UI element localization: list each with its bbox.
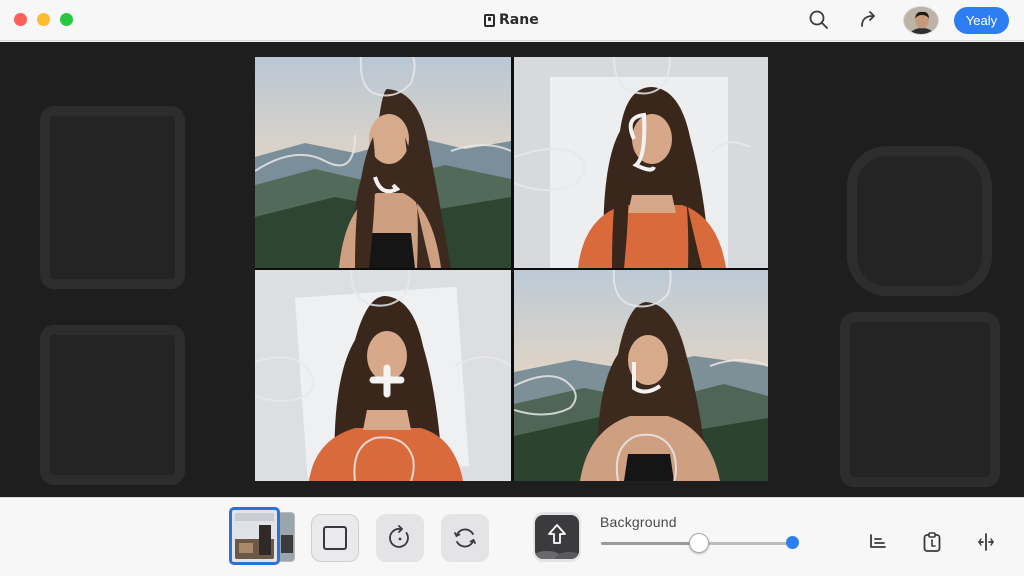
- background-frame: [40, 106, 185, 289]
- puzzle-grid: [255, 57, 768, 481]
- thumbnail-image: [235, 513, 274, 559]
- square-crop-icon: [323, 526, 347, 550]
- background-slider-label: Background: [600, 514, 677, 530]
- reset-button[interactable]: [441, 514, 489, 562]
- portrait-landscape-photo: [255, 57, 511, 268]
- background-frame: [840, 312, 1000, 487]
- portrait-studio-photo: [514, 57, 768, 268]
- puzzle-piece-1[interactable]: [255, 57, 511, 268]
- clipboard-button[interactable]: [921, 531, 943, 553]
- square-crop-button[interactable]: [311, 514, 359, 562]
- rotate-button[interactable]: [376, 514, 424, 562]
- background-slider-endpoint[interactable]: [786, 536, 799, 549]
- split-icon: [978, 533, 994, 551]
- zoom-window-button[interactable]: [60, 13, 73, 26]
- avatar[interactable]: [903, 6, 939, 35]
- search-button[interactable]: [807, 8, 831, 32]
- app-logo-icon: [484, 13, 495, 27]
- puzzle-piece-2[interactable]: [514, 57, 768, 268]
- layers-button[interactable]: [867, 531, 889, 553]
- minimize-window-button[interactable]: [37, 13, 50, 26]
- background-slider[interactable]: [601, 533, 797, 553]
- bottom-toolbar: Background: [0, 497, 1024, 576]
- split-button[interactable]: [975, 531, 997, 553]
- puzzle-piece-4[interactable]: [514, 270, 768, 481]
- share-button[interactable]: [857, 8, 881, 32]
- puzzle-piece-3[interactable]: [255, 270, 511, 481]
- search-icon: [809, 10, 828, 29]
- rotate-icon: [389, 525, 409, 548]
- clipboard-icon: [923, 532, 941, 552]
- upload-background-button[interactable]: [533, 512, 581, 562]
- title-bar: Rane Yealy: [0, 0, 1024, 41]
- user-avatar-image: [904, 7, 938, 34]
- background-slider-knob[interactable]: [689, 533, 709, 553]
- background-slider-fill: [601, 542, 699, 545]
- window-title-text: Rane: [499, 12, 539, 28]
- share-icon: [861, 11, 875, 27]
- portrait-card-photo: [255, 270, 511, 481]
- window-title: Rane: [484, 11, 539, 29]
- portrait-landscape-photo: [514, 270, 768, 481]
- close-window-button[interactable]: [14, 13, 27, 26]
- account-button[interactable]: Yealy: [954, 7, 1009, 34]
- image-thumbnail-stack[interactable]: [229, 507, 301, 565]
- editor-canvas: [0, 42, 1024, 497]
- layers-icon: [870, 534, 886, 548]
- thumbnail-selected[interactable]: [229, 507, 280, 565]
- background-speaker: [847, 146, 992, 296]
- thumbnail-image: [278, 513, 294, 561]
- background-frame: [40, 325, 185, 485]
- reset-icon: [454, 528, 476, 548]
- upload-icon: [535, 524, 579, 559]
